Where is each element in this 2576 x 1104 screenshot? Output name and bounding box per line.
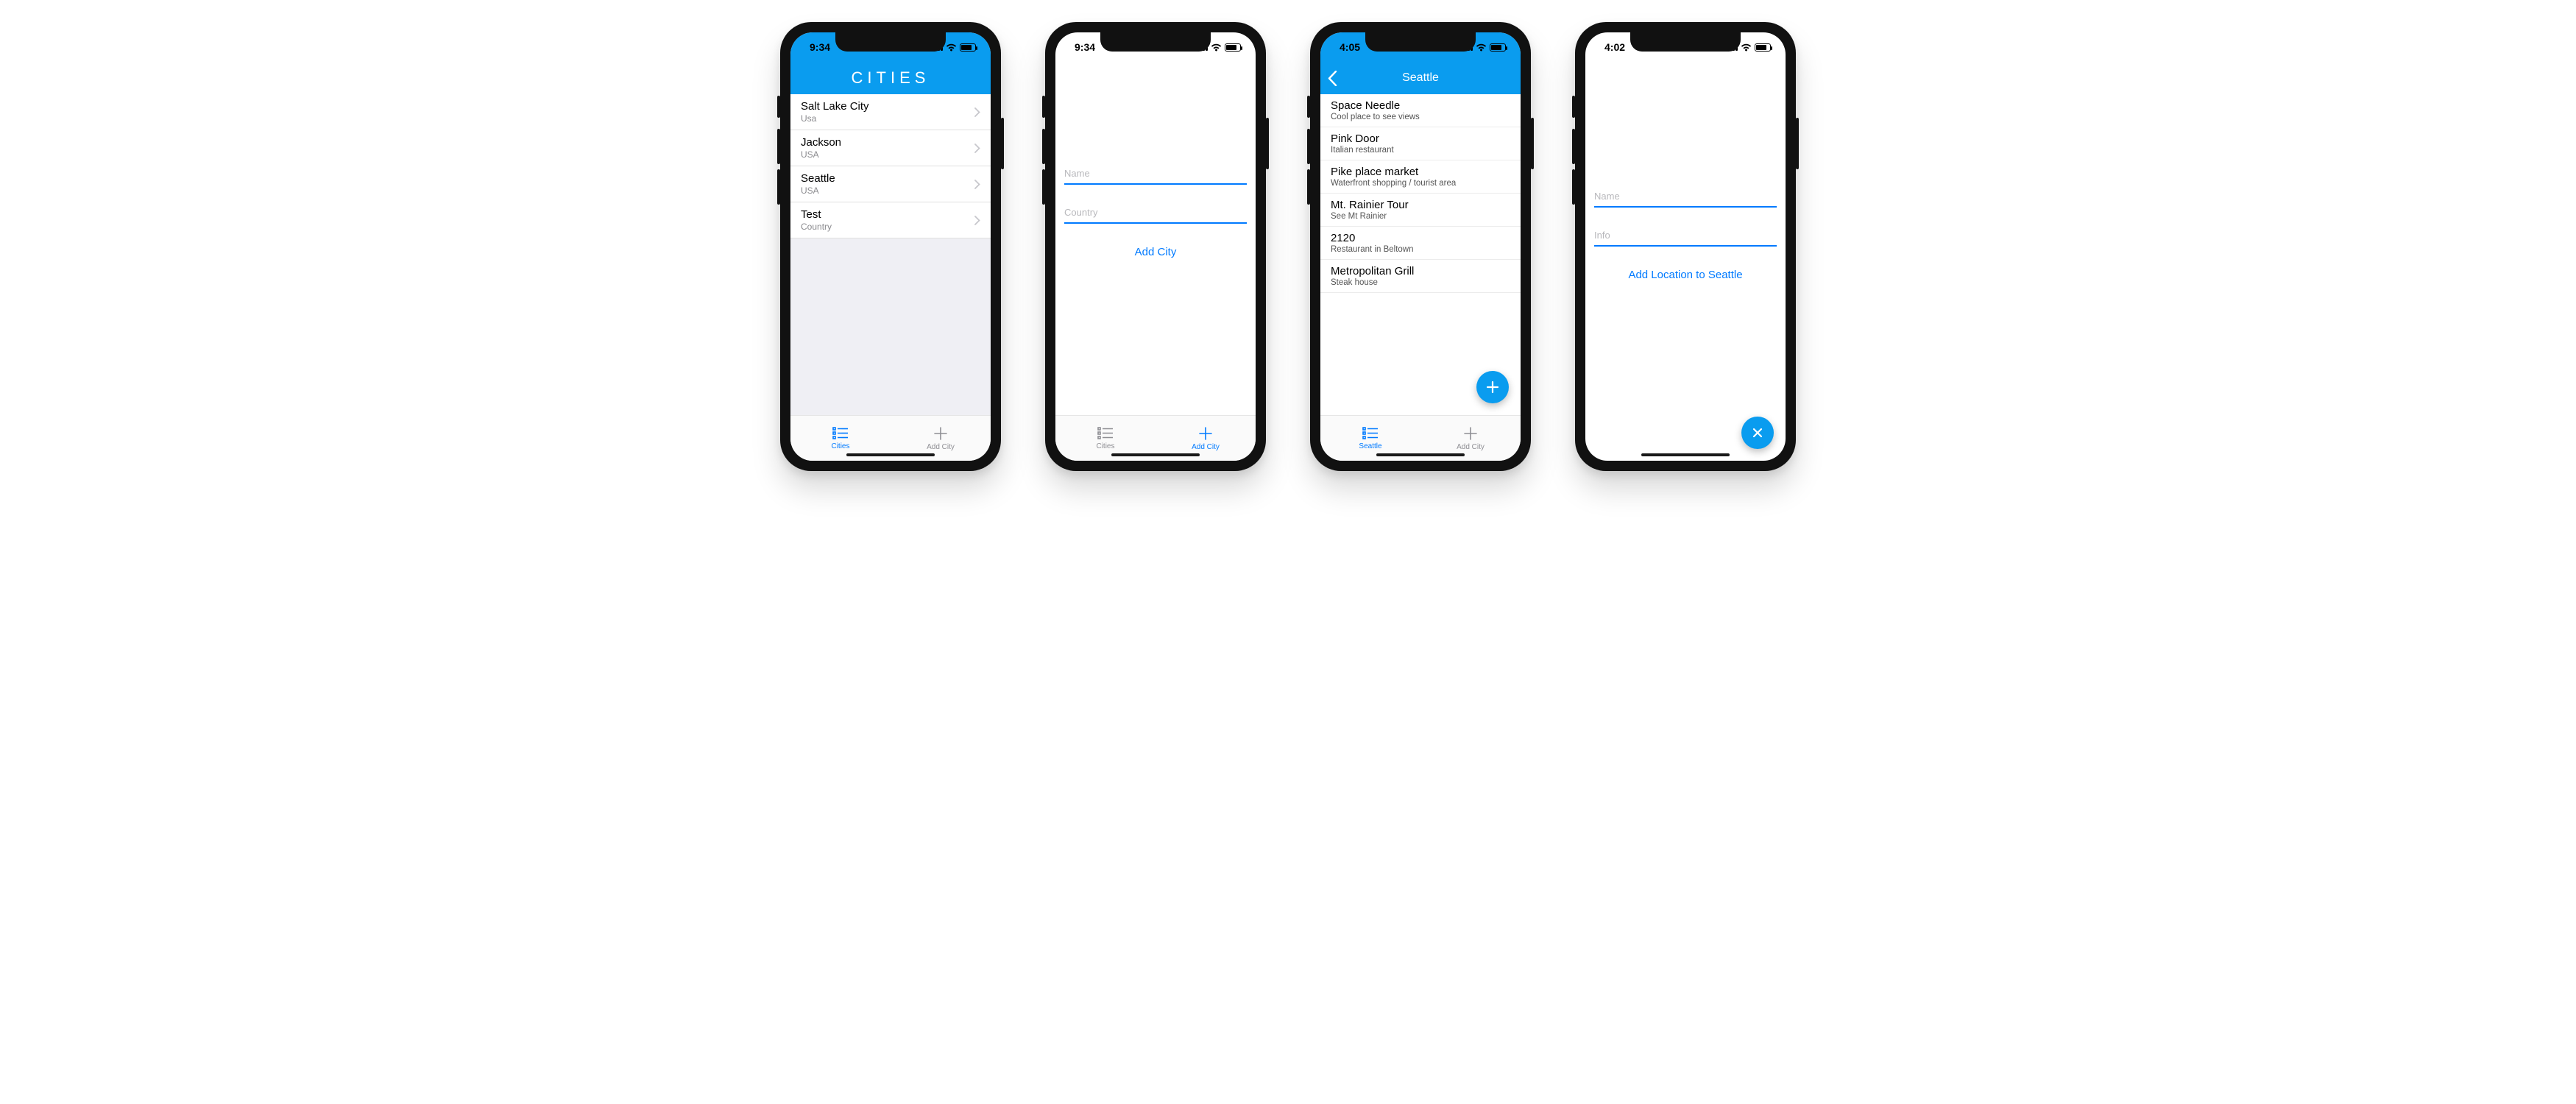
info-input[interactable] bbox=[1594, 222, 1777, 247]
phone-frame: 4:05 Seattle Space Needle Cool place to … bbox=[1310, 22, 1531, 471]
place-name: Pink Door bbox=[1331, 132, 1510, 145]
close-icon bbox=[1751, 426, 1764, 439]
name-input[interactable] bbox=[1594, 183, 1777, 208]
city-name: Test bbox=[801, 208, 832, 221]
cities-list: Salt Lake City Usa Jackson USA Seattle U… bbox=[790, 94, 991, 415]
tab-label: Add City bbox=[1457, 443, 1485, 451]
place-info: Restaurant in Beltown bbox=[1331, 245, 1510, 254]
add-fab[interactable] bbox=[1476, 371, 1509, 403]
battery-icon bbox=[1490, 43, 1506, 52]
plus-icon bbox=[1198, 426, 1213, 441]
place-row[interactable]: Pink Door Italian restaurant bbox=[1320, 127, 1521, 160]
city-row[interactable]: Jackson USA bbox=[790, 130, 991, 166]
city-row[interactable]: Test Country bbox=[790, 202, 991, 238]
add-location-button[interactable]: Add Location to Seattle bbox=[1594, 261, 1777, 281]
phone-frame: 4:02 Add Location to Seattle bbox=[1575, 22, 1796, 471]
home-indicator[interactable] bbox=[1376, 453, 1465, 456]
close-fab[interactable] bbox=[1741, 417, 1774, 449]
place-info: See Mt Rainier bbox=[1331, 212, 1510, 221]
place-row[interactable]: Metropolitan Grill Steak house bbox=[1320, 260, 1521, 293]
place-row[interactable]: Mt. Rainier Tour See Mt Rainier bbox=[1320, 194, 1521, 227]
tab-label: Cities bbox=[831, 442, 849, 450]
chevron-right-icon bbox=[974, 144, 980, 153]
list-icon bbox=[1362, 427, 1379, 440]
wifi-icon bbox=[1476, 43, 1487, 52]
place-name: Space Needle bbox=[1331, 99, 1510, 112]
place-name: 2120 bbox=[1331, 232, 1510, 244]
place-info: Waterfront shopping / tourist area bbox=[1331, 179, 1510, 188]
tab-label: Seattle bbox=[1359, 442, 1381, 450]
place-name: Mt. Rainier Tour bbox=[1331, 199, 1510, 211]
city-country: Usa bbox=[801, 113, 869, 124]
wifi-icon bbox=[1211, 43, 1222, 52]
place-info: Cool place to see views bbox=[1331, 113, 1510, 121]
status-time: 9:34 bbox=[1075, 41, 1095, 53]
add-location-form: Add Location to Seattle bbox=[1585, 62, 1786, 461]
plus-icon bbox=[1485, 380, 1500, 394]
place-row[interactable]: Space Needle Cool place to see views bbox=[1320, 94, 1521, 127]
city-row[interactable]: Seattle USA bbox=[790, 166, 991, 202]
plus-icon bbox=[933, 426, 948, 441]
city-name: Salt Lake City bbox=[801, 100, 869, 113]
phone-frame: 9:34 CITIES Salt Lake City Usa bbox=[780, 22, 1001, 471]
home-indicator[interactable] bbox=[1641, 453, 1730, 456]
nav-bar: Seattle bbox=[1320, 62, 1521, 94]
chevron-right-icon bbox=[974, 107, 980, 117]
country-input[interactable] bbox=[1064, 199, 1247, 224]
home-indicator[interactable] bbox=[846, 453, 935, 456]
notch bbox=[1365, 32, 1476, 52]
wifi-icon bbox=[946, 43, 957, 52]
battery-icon bbox=[1225, 43, 1241, 52]
nav-title: Seattle bbox=[1402, 71, 1439, 85]
place-info: Italian restaurant bbox=[1331, 146, 1510, 155]
chevron-right-icon bbox=[974, 180, 980, 189]
notch bbox=[1100, 32, 1211, 52]
status-time: 4:05 bbox=[1340, 41, 1360, 53]
city-country: USA bbox=[801, 149, 841, 160]
wifi-icon bbox=[1741, 43, 1752, 52]
list-icon bbox=[1097, 427, 1114, 440]
place-info: Steak house bbox=[1331, 278, 1510, 287]
phone-frame: 9:34 Add City Cities Add City bbox=[1045, 22, 1266, 471]
battery-icon bbox=[960, 43, 976, 52]
nav-title: CITIES bbox=[852, 68, 930, 88]
city-name: Seattle bbox=[801, 172, 835, 185]
nav-bar: CITIES bbox=[790, 62, 991, 94]
place-row[interactable]: Pike place market Waterfront shopping / … bbox=[1320, 160, 1521, 194]
chevron-left-icon bbox=[1328, 71, 1337, 86]
plus-icon bbox=[1463, 426, 1478, 441]
status-time: 4:02 bbox=[1604, 41, 1625, 53]
list-icon bbox=[832, 427, 849, 440]
notch bbox=[835, 32, 946, 52]
tab-label: Cities bbox=[1096, 442, 1114, 450]
notch bbox=[1630, 32, 1741, 52]
chevron-right-icon bbox=[974, 216, 980, 225]
tab-label: Add City bbox=[1192, 443, 1220, 451]
city-country: Country bbox=[801, 222, 832, 232]
place-name: Pike place market bbox=[1331, 166, 1510, 178]
city-name: Jackson bbox=[801, 136, 841, 149]
city-row[interactable]: Salt Lake City Usa bbox=[790, 94, 991, 130]
place-name: Metropolitan Grill bbox=[1331, 265, 1510, 277]
name-input[interactable] bbox=[1064, 160, 1247, 185]
back-button[interactable] bbox=[1328, 62, 1337, 94]
home-indicator[interactable] bbox=[1111, 453, 1200, 456]
add-city-button[interactable]: Add City bbox=[1064, 238, 1247, 258]
city-country: USA bbox=[801, 185, 835, 196]
add-city-form: Add City bbox=[1055, 62, 1256, 415]
tab-label: Add City bbox=[927, 443, 955, 451]
place-row[interactable]: 2120 Restaurant in Beltown bbox=[1320, 227, 1521, 260]
status-time: 9:34 bbox=[810, 41, 830, 53]
battery-icon bbox=[1755, 43, 1771, 52]
places-list: Space Needle Cool place to see views Pin… bbox=[1320, 94, 1521, 415]
